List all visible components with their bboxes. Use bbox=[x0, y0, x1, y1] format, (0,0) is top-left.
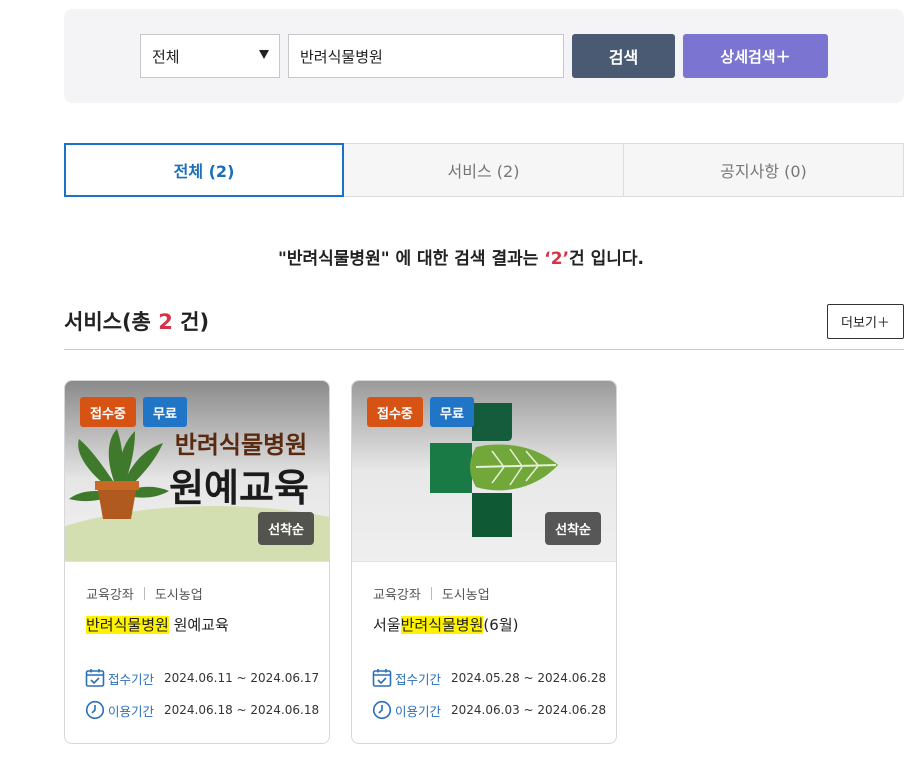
apply-period-value: 2024.06.11 ~ 2024.06.17 bbox=[164, 671, 320, 685]
clock-icon bbox=[85, 700, 105, 720]
use-period-value: 2024.06.18 ~ 2024.06.18 bbox=[164, 703, 320, 717]
use-period-value: 2024.06.03 ~ 2024.06.28 bbox=[451, 703, 607, 717]
status-badge: 접수중 bbox=[367, 397, 423, 427]
apply-period: 접수기간 2024.06.11 ~ 2024.06.17 bbox=[85, 668, 319, 688]
fee-badge: 무료 bbox=[143, 397, 187, 427]
card-title[interactable]: 반려식물병원 원예교육 bbox=[86, 614, 229, 635]
tab-services[interactable]: 서비스 (2) bbox=[344, 143, 624, 197]
result-suffix: 건 입니다. bbox=[569, 249, 644, 269]
service-card[interactable]: 반려식물병원 원예교육 접수중 무료 선착순 교육강좌 도시농업 반려식물병원 … bbox=[64, 380, 330, 744]
svg-text:반려식물병원: 반려식물병원 bbox=[175, 431, 307, 459]
use-period: 이용기간 2024.06.18 ~ 2024.06.18 bbox=[85, 700, 319, 720]
title-suffix: (6월) bbox=[483, 616, 519, 634]
result-count: ‘2’ bbox=[544, 249, 570, 269]
title-suffix: 원예교육 bbox=[168, 616, 229, 634]
fee-badge: 무료 bbox=[430, 397, 474, 427]
apply-period-label: 접수기간 bbox=[395, 671, 442, 687]
calendar-check-icon bbox=[85, 669, 105, 687]
use-period: 이용기간 2024.06.03 ~ 2024.06.28 bbox=[372, 700, 606, 720]
apply-period-value: 2024.05.28 ~ 2024.06.28 bbox=[451, 671, 607, 685]
apply-period: 접수기간 2024.05.28 ~ 2024.06.28 bbox=[372, 668, 606, 688]
card-categories: 교육강좌 도시농업 bbox=[373, 584, 490, 603]
category-label: 교육강좌 bbox=[86, 588, 134, 603]
section-count: 2 bbox=[158, 310, 173, 334]
advanced-search-button[interactable]: 상세검색＋ bbox=[683, 34, 828, 78]
title-highlight: 반려식물병원 bbox=[86, 616, 169, 634]
section-title-suffix: 건) bbox=[172, 310, 210, 334]
use-period-label: 이용기간 bbox=[108, 703, 155, 719]
section-title: 서비스(총 2 건) bbox=[64, 306, 209, 336]
search-result-message: "반려식물병원" 에 대한 검색 결과는 ‘2’건 입니다. bbox=[0, 244, 922, 269]
title-prefix: 서울 bbox=[373, 616, 401, 634]
section-title-prefix: 서비스(총 bbox=[64, 310, 159, 334]
tab-notices[interactable]: 공지사항 (0) bbox=[624, 143, 904, 197]
card-divider bbox=[65, 561, 329, 562]
card-title[interactable]: 서울반려식물병원(6월) bbox=[373, 614, 518, 635]
section-divider bbox=[64, 349, 904, 350]
calendar-check-icon bbox=[372, 669, 392, 687]
result-prefix: "반려식물병원" 에 대한 검색 결과는 bbox=[278, 249, 545, 269]
category-select[interactable]: 전체 bbox=[140, 34, 280, 78]
category-label: 도시농업 bbox=[441, 588, 490, 603]
svg-text:원예교육: 원예교육 bbox=[169, 466, 309, 510]
category-select-value: 전체 bbox=[152, 47, 180, 66]
category-separator bbox=[430, 587, 432, 600]
search-button[interactable]: 검색 bbox=[572, 34, 675, 78]
clock-icon bbox=[372, 700, 392, 720]
category-label: 교육강좌 bbox=[373, 588, 421, 603]
caret-down-icon bbox=[259, 50, 269, 59]
service-card[interactable]: 접수중 무료 선착순 교육강좌 도시농업 서울반려식물병원(6월) 접수기간 2… bbox=[351, 380, 617, 744]
card-divider bbox=[352, 561, 616, 562]
search-input[interactable] bbox=[288, 34, 564, 78]
category-separator bbox=[143, 587, 145, 600]
order-badge: 선착순 bbox=[258, 512, 314, 545]
more-button[interactable]: 더보기＋ bbox=[827, 304, 904, 339]
use-period-label: 이용기간 bbox=[395, 703, 442, 719]
apply-period-label: 접수기간 bbox=[108, 671, 155, 687]
order-badge: 선착순 bbox=[545, 512, 601, 545]
result-tabs: 전체 (2) 서비스 (2) 공지사항 (0) bbox=[64, 143, 904, 197]
card-categories: 교육강좌 도시농업 bbox=[86, 584, 203, 603]
tab-all[interactable]: 전체 (2) bbox=[64, 143, 344, 197]
search-panel: 전체 검색 상세검색＋ bbox=[64, 9, 904, 103]
title-highlight: 반려식물병원 bbox=[400, 616, 484, 634]
status-badge: 접수중 bbox=[80, 397, 136, 427]
card-thumbnail: 반려식물병원 원예교육 접수중 무료 선착순 bbox=[65, 381, 329, 561]
category-label: 도시농업 bbox=[154, 588, 203, 603]
card-thumbnail: 접수중 무료 선착순 bbox=[352, 381, 616, 561]
